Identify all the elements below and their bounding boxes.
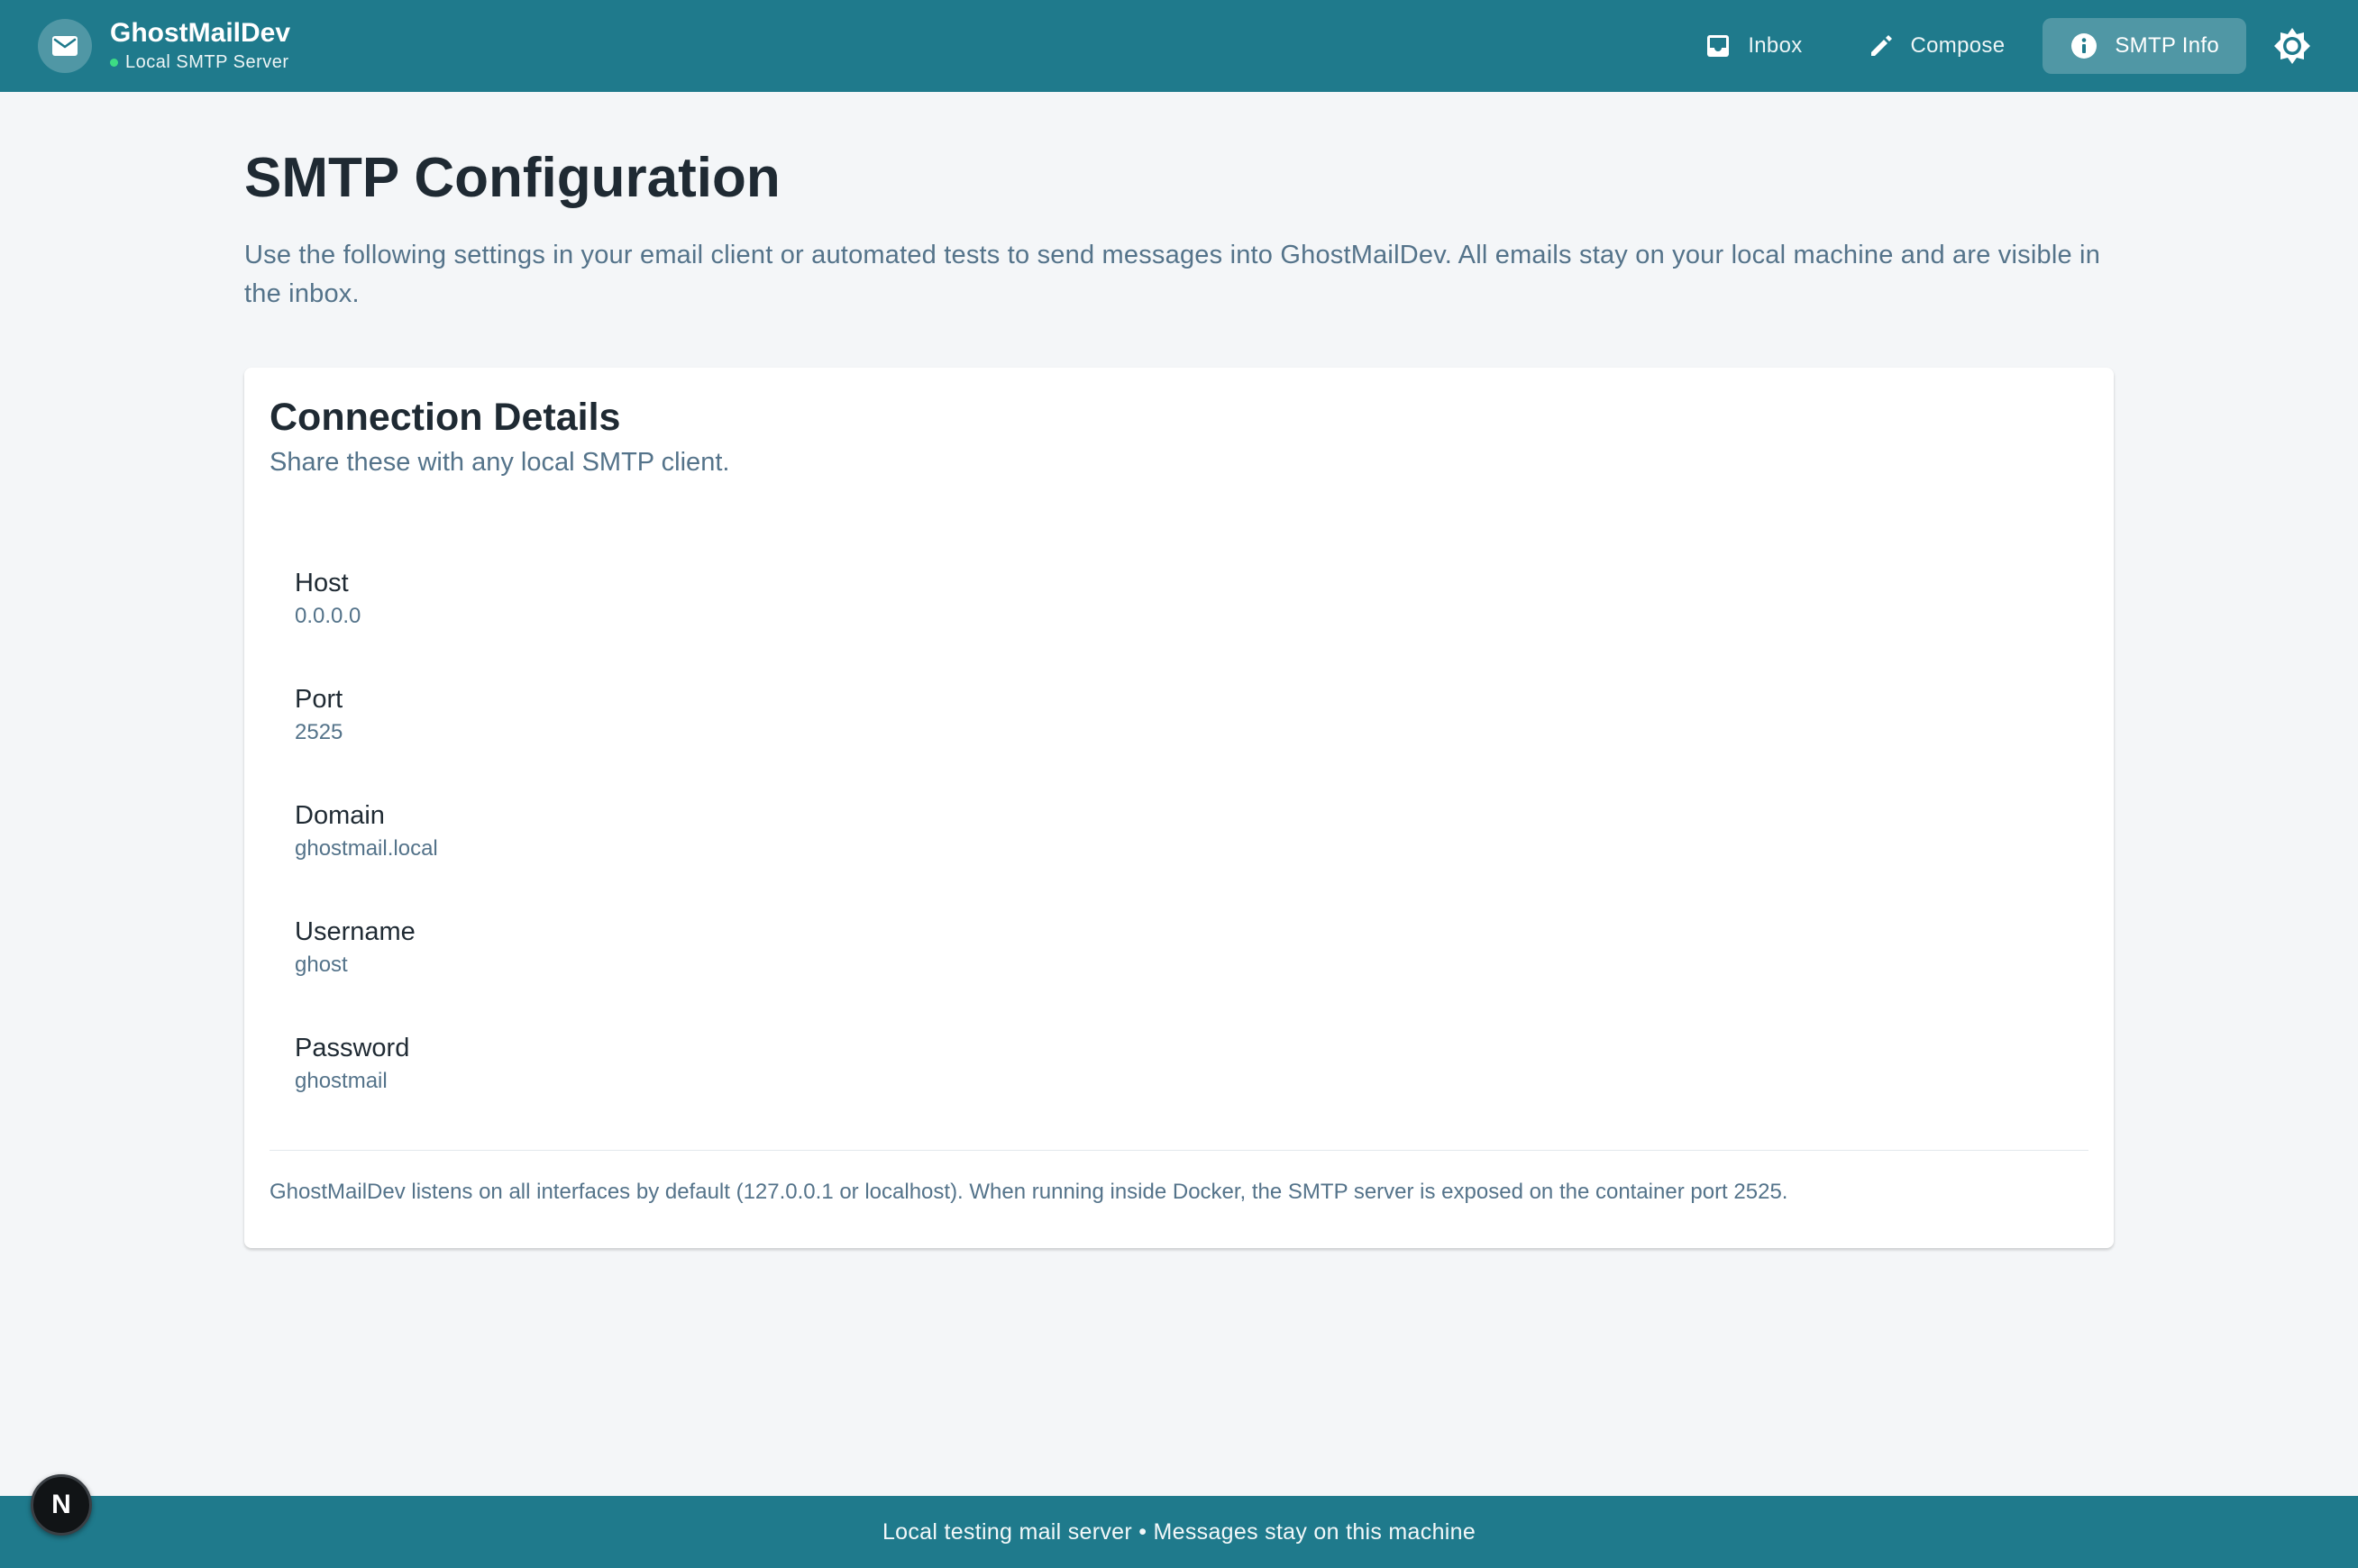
theme-toggle-button[interactable] xyxy=(2264,18,2320,74)
card-title: Connection Details xyxy=(270,396,621,439)
field-value[interactable]: ghostmail.local xyxy=(295,834,2088,863)
nav-smtp-info-label: SMTP Info xyxy=(2115,33,2219,58)
pencil-icon xyxy=(1870,35,1892,56)
nav-compose-label: Compose xyxy=(1910,33,2006,58)
page-title: SMTP Configuration xyxy=(244,147,781,209)
field-label: Domain xyxy=(295,801,385,830)
brand[interactable]: GhostMailDev Local SMTP Server xyxy=(38,17,290,75)
field-label: Password xyxy=(295,1034,410,1062)
server-status: Local SMTP Server xyxy=(110,50,290,75)
field-label: Username xyxy=(295,917,416,946)
card-divider xyxy=(270,1150,2088,1151)
field-host: Host 0.0.0.0 xyxy=(295,566,2088,682)
nav-inbox[interactable]: Inbox xyxy=(1677,18,1829,74)
nav-compose[interactable]: Compose xyxy=(1841,18,2033,74)
server-status-label: Local SMTP Server xyxy=(125,52,289,72)
connection-fields: Host 0.0.0.0 Port 2525 Domain ghostmail.… xyxy=(270,566,2088,1114)
top-app-bar: GhostMailDev Local SMTP Server Inbox Com… xyxy=(0,0,2358,92)
inbox-icon xyxy=(1707,35,1730,57)
nav-inbox-label: Inbox xyxy=(1748,33,1803,58)
mail-icon xyxy=(38,19,92,73)
field-domain: Domain ghostmail.local xyxy=(295,798,2088,915)
field-username: Username ghost xyxy=(295,915,2088,1031)
field-port: Port 2525 xyxy=(295,682,2088,798)
field-value[interactable]: ghostmail xyxy=(295,1067,2088,1096)
main-nav: Inbox Compose SMTP Info xyxy=(1667,18,2320,74)
field-password: Password ghostmail xyxy=(295,1031,2088,1114)
info-icon xyxy=(2071,33,2098,59)
field-value[interactable]: 2525 xyxy=(295,718,2088,747)
footer: Local testing mail server • Messages sta… xyxy=(0,1496,2358,1568)
nav-smtp-info[interactable]: SMTP Info xyxy=(2043,18,2246,74)
footer-text: Local testing mail server • Messages sta… xyxy=(882,1518,1476,1545)
connection-details-card: Connection Details Share these with any … xyxy=(244,368,2114,1248)
dev-tools-badge[interactable]: N xyxy=(31,1474,92,1536)
app-title: GhostMailDev xyxy=(110,18,291,48)
card-footnote: GhostMailDev listens on all interfaces b… xyxy=(270,1180,1788,1204)
sun-icon xyxy=(2274,28,2310,64)
field-label: Host xyxy=(295,569,349,597)
main-content: SMTP Configuration Use the following set… xyxy=(244,92,2114,1248)
status-online-dot xyxy=(110,58,118,67)
field-label: Port xyxy=(295,685,343,714)
card-subtitle: Share these with any local SMTP client. xyxy=(270,448,730,477)
field-value[interactable]: ghost xyxy=(295,951,2088,980)
page-description: Use the following settings in your email… xyxy=(244,241,2101,308)
field-value[interactable]: 0.0.0.0 xyxy=(295,602,2088,631)
brand-text: GhostMailDev Local SMTP Server xyxy=(110,17,290,75)
dev-badge-label: N xyxy=(51,1490,71,1519)
